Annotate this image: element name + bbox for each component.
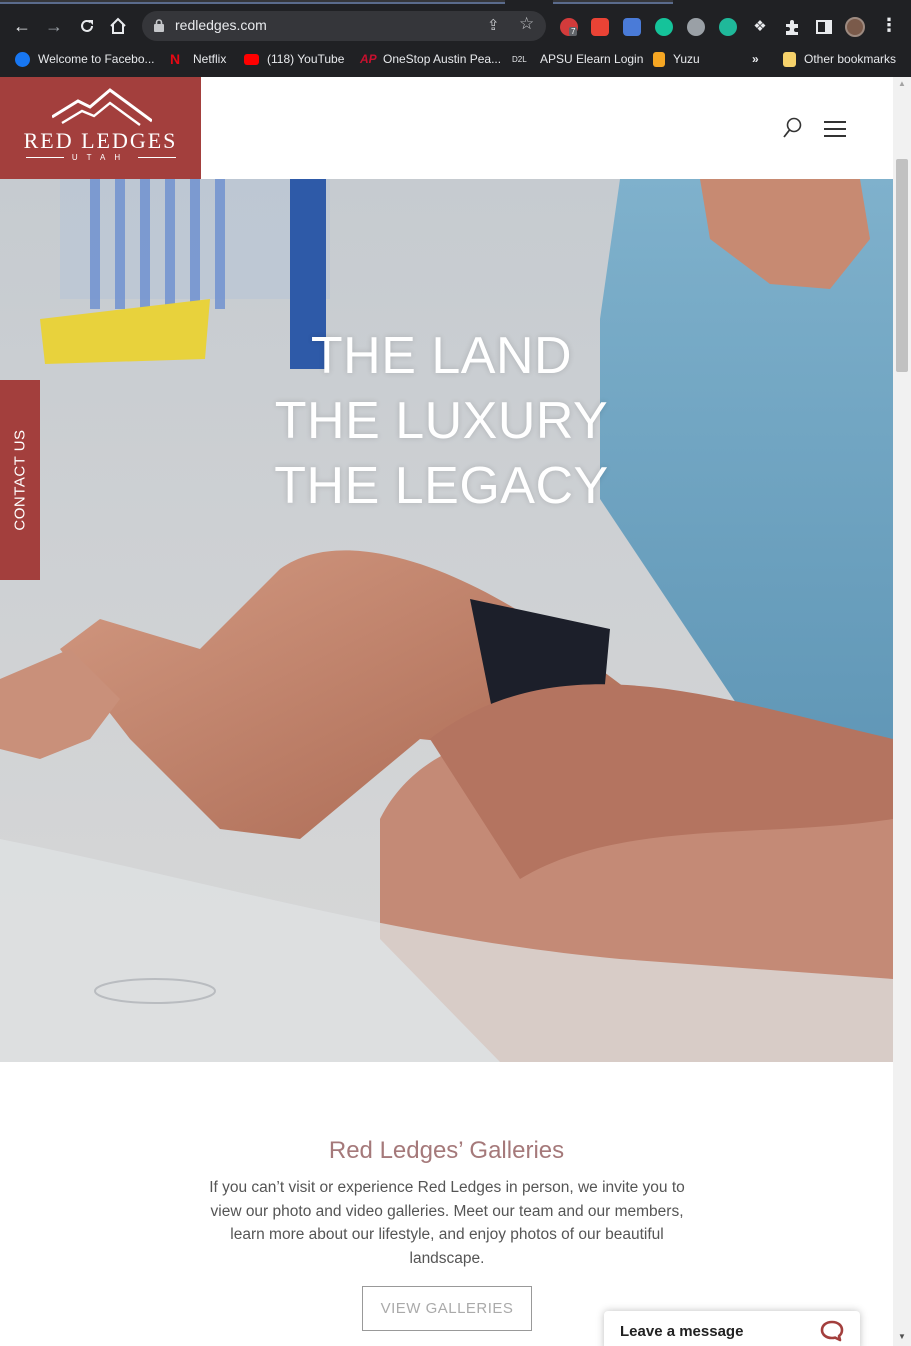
puzzle-icon[interactable] xyxy=(783,18,801,36)
view-galleries-button[interactable]: VIEW GALLERIES xyxy=(362,1286,532,1331)
tab-inactive[interactable] xyxy=(553,0,673,4)
scroll-up-arrow-icon[interactable]: ▲ xyxy=(898,79,906,88)
scroll-down-arrow-icon[interactable]: ▼ xyxy=(898,1332,906,1341)
logo-subtitle: UTAH xyxy=(71,153,130,162)
hero-photo xyxy=(0,179,893,1062)
reload-icon[interactable] xyxy=(73,12,101,40)
bookmark-apsu[interactable]: D2L APSU Elearn Login xyxy=(512,49,643,69)
facebook-icon xyxy=(15,51,30,67)
hamburger-menu-icon[interactable] xyxy=(824,121,846,137)
share-icon[interactable]: ⇪ xyxy=(487,16,500,34)
galleries-title: Red Ledges’ Galleries xyxy=(328,1137,565,1164)
bookmark-onestop[interactable]: AP OneStop Austin Pea... xyxy=(360,49,501,69)
back-arrow-icon[interactable]: ← xyxy=(8,12,36,40)
hero-headline: THE LAND THE LUXURY THE LEGACY xyxy=(0,324,883,519)
search-icon[interactable] xyxy=(782,116,804,140)
contact-us-tab[interactable]: CONTACT US xyxy=(0,380,40,580)
amazon-assistant-icon[interactable] xyxy=(719,18,737,36)
bookmark-label: OneStop Austin Pea... xyxy=(383,52,502,66)
bookmark-label: Yuzu xyxy=(673,52,700,66)
hero-line-3: THE LEGACY xyxy=(274,457,609,515)
dropbox-icon[interactable]: ❖ xyxy=(751,18,769,36)
gmail-icon[interactable] xyxy=(591,18,609,36)
page-viewport: RED LEDGES UTAH THE LAND THE LUXURY THE … xyxy=(0,77,893,1346)
forward-arrow-icon[interactable]: → xyxy=(40,12,68,40)
sidepanel-icon[interactable] xyxy=(815,18,833,36)
chat-label: Leave a message xyxy=(620,1323,744,1340)
bookmark-facebook[interactable]: Welcome to Facebo... xyxy=(15,49,155,69)
adblock-icon[interactable]: 7 xyxy=(560,18,578,36)
bookmark-label: Netflix xyxy=(193,52,227,66)
bookmark-label: (118) YouTube xyxy=(267,52,345,66)
chat-widget[interactable]: Leave a message xyxy=(604,1311,860,1346)
home-icon[interactable] xyxy=(104,12,132,40)
onestop-icon: AP xyxy=(360,51,377,66)
galleries-section: Red Ledges’ Galleries If you can’t visit… xyxy=(0,1062,893,1346)
url-text[interactable]: redledges.com xyxy=(175,17,267,33)
d2l-icon: D2L xyxy=(512,54,527,64)
bookmarks-overflow-chevron[interactable]: » xyxy=(752,49,759,69)
bookmark-netflix[interactable]: N Netflix xyxy=(170,49,226,69)
bookmark-yuzu[interactable]: Yuzu xyxy=(653,49,700,69)
bookmark-youtube[interactable]: (118) YouTube xyxy=(244,49,344,69)
hero-line-1: THE LAND xyxy=(310,327,573,385)
bookmark-other[interactable]: Other bookmarks xyxy=(783,49,896,69)
bookmarks-bar: Welcome to Facebo... N Netflix (118) You… xyxy=(0,47,911,71)
contact-us-label: CONTACT US xyxy=(11,429,29,531)
address-bar[interactable]: redledges.com ⇪ ☆ xyxy=(142,11,546,41)
hero-banner: THE LAND THE LUXURY THE LEGACY CONTACT U… xyxy=(0,179,893,1062)
tab-strip xyxy=(0,0,911,4)
lock-icon[interactable] xyxy=(154,19,164,32)
logo-wordmark: RED LEDGES xyxy=(23,128,178,153)
browser-toolbar: ← → redledges.com ⇪ ☆ 7 ❖ ⋮ xyxy=(0,8,911,44)
hero-line-2: THE LUXURY xyxy=(274,392,609,450)
scrollbar-thumb[interactable] xyxy=(896,159,908,372)
tab-active[interactable] xyxy=(0,0,505,4)
bookmark-label: Welcome to Facebo... xyxy=(38,52,155,66)
extension-hex-icon[interactable] xyxy=(687,18,705,36)
camera-icon[interactable] xyxy=(623,18,641,36)
bookmark-star-icon[interactable]: ☆ xyxy=(519,14,534,34)
site-logo[interactable]: RED LEDGES UTAH xyxy=(0,77,201,179)
browser-menu-icon[interactable]: ⋮ xyxy=(880,15,898,36)
folder-icon xyxy=(783,51,796,67)
browser-chrome: ← → redledges.com ⇪ ☆ 7 ❖ ⋮ Welcome to F… xyxy=(0,0,911,77)
adblock-badge: 7 xyxy=(569,27,578,36)
mountain-logo-icon xyxy=(52,88,152,126)
yuzu-icon xyxy=(653,51,665,67)
chat-bubble-icon[interactable] xyxy=(820,1320,844,1342)
profile-avatar[interactable] xyxy=(845,17,865,37)
youtube-icon xyxy=(244,53,259,65)
page-scrollbar[interactable]: ▲ ▼ xyxy=(893,77,911,1346)
netflix-icon: N xyxy=(170,50,181,67)
site-header: RED LEDGES UTAH xyxy=(0,77,893,179)
grammarly-icon[interactable] xyxy=(655,18,673,36)
bookmark-label: Other bookmarks xyxy=(804,52,897,66)
galleries-description: If you can’t visit or experience Red Led… xyxy=(209,1179,685,1267)
bookmark-label: APSU Elearn Login xyxy=(540,52,644,66)
